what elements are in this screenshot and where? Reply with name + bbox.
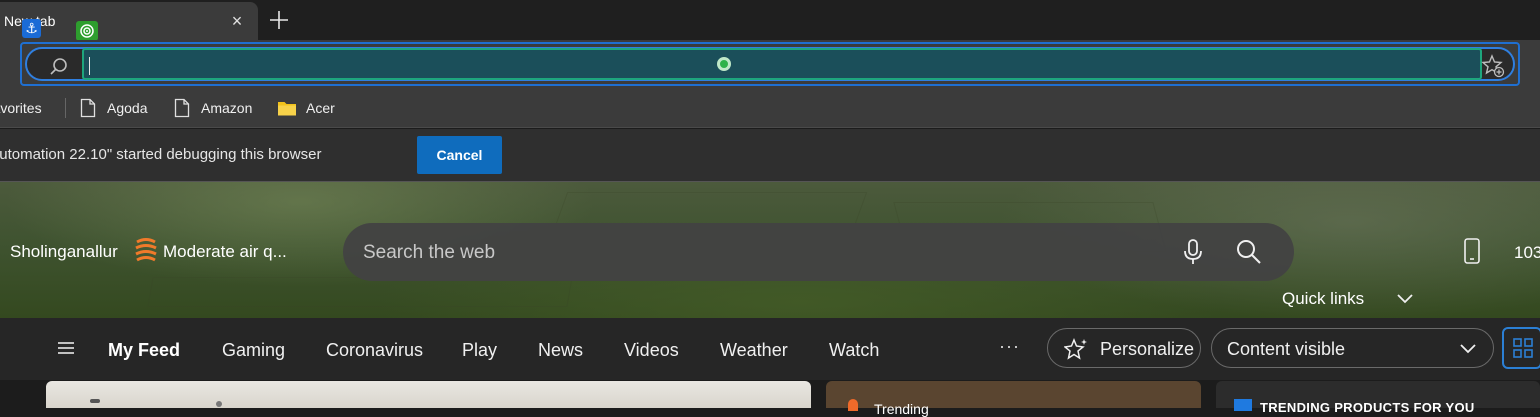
text-caret <box>89 57 90 75</box>
air-quality-icon <box>135 238 157 262</box>
address-bar[interactable] <box>25 47 1515 81</box>
browser-toolbar <box>0 40 1540 90</box>
search-icon[interactable] <box>1235 238 1263 266</box>
grid-icon <box>1513 338 1533 358</box>
cart-icon <box>1234 399 1252 411</box>
favorite-acer-folder[interactable]: Acer <box>277 97 347 119</box>
hamburger-menu-icon[interactable] <box>57 341 75 355</box>
debugging-infobar: "Web Automation 22.10" started debugging… <box>0 129 1540 182</box>
chevron-down-icon[interactable] <box>1396 292 1414 306</box>
cancel-button[interactable]: Cancel <box>417 136 502 174</box>
page-icon <box>80 98 96 118</box>
tab-videos[interactable]: Videos <box>624 340 679 361</box>
plus-icon <box>270 11 288 29</box>
content-visibility-dropdown[interactable]: Content visible <box>1211 328 1494 368</box>
feed-card-trending[interactable]: Trending <box>826 381 1201 417</box>
search-icon <box>50 58 67 75</box>
web-search-placeholder: Search the web <box>363 242 496 263</box>
tab-coronavirus[interactable]: Coronavirus <box>326 340 423 361</box>
phone-icon[interactable] <box>1463 238 1481 264</box>
anchor-icon: ⚓ <box>22 19 41 38</box>
microphone-icon[interactable] <box>1181 238 1205 266</box>
flame-icon <box>848 399 858 411</box>
favorite-label: Acer <box>306 100 335 116</box>
personalize-button[interactable]: Personalize <box>1047 328 1201 368</box>
favorite-label: Amazon <box>201 100 253 116</box>
new-tab-button[interactable] <box>266 7 292 33</box>
tab-my-feed[interactable]: My Feed <box>108 340 180 361</box>
favorites-bar: Favorites Agoda Amazon Acer <box>0 90 1540 128</box>
personalize-sparkle-icon <box>1064 338 1087 360</box>
content-visibility-label: Content visible <box>1227 339 1346 359</box>
add-favorite-icon[interactable] <box>1481 54 1505 78</box>
favorite-label: Agoda <box>107 100 148 116</box>
focus-dot-icon <box>717 57 731 71</box>
ceiling-light-icon <box>90 399 100 403</box>
feed-navigation: My Feed Gaming Coronavirus Play News Vid… <box>0 318 1540 380</box>
location-label[interactable]: Sholinganallur <box>10 242 118 262</box>
chevron-down-icon <box>1460 344 1476 354</box>
quick-links-toggle[interactable]: Quick links <box>1282 289 1364 309</box>
tab-gaming[interactable]: Gaming <box>222 340 285 361</box>
personalize-label: Personalize <box>1100 339 1195 359</box>
target-icon <box>76 21 98 41</box>
tab-news[interactable]: News <box>538 340 583 361</box>
folder-icon <box>278 102 296 116</box>
tab-watch[interactable]: Watch <box>829 340 879 361</box>
address-bar-focus-ring <box>20 42 1520 86</box>
hero-field-pattern <box>147 277 573 307</box>
favorite-amazon[interactable]: Amazon <box>174 97 264 119</box>
more-tabs-button[interactable]: ··· <box>999 336 1020 357</box>
page-icon <box>174 98 190 118</box>
tab-strip: New tab × ⚓ <box>0 0 1540 41</box>
tab-close-button[interactable]: × <box>226 10 248 32</box>
feed-cards: Trending TRENDING PRODUCTS FOR YOU <box>0 380 1540 417</box>
address-input[interactable] <box>82 48 1482 80</box>
air-quality-label[interactable]: Moderate air q... <box>163 242 287 262</box>
ceiling-light-icon <box>216 401 222 407</box>
temperature-label[interactable]: 103 <box>1514 243 1540 263</box>
tab-play[interactable]: Play <box>462 340 497 361</box>
infobar-message: "Web Automation 22.10" started debugging… <box>0 146 322 163</box>
feed-card-products[interactable]: TRENDING PRODUCTS FOR YOU <box>1216 381 1540 415</box>
feed-card-image[interactable] <box>46 381 811 408</box>
web-search-box[interactable]: Search the web <box>343 223 1294 281</box>
layout-grid-button[interactable] <box>1502 327 1540 369</box>
favorites-divider <box>65 98 66 118</box>
card-title: Trending <box>874 401 929 417</box>
hero-background: Sholinganallur Moderate air q... Search … <box>0 182 1540 318</box>
tab-weather[interactable]: Weather <box>720 340 788 361</box>
favorite-agoda[interactable]: Agoda <box>80 97 160 119</box>
favorites-menu[interactable]: Favorites <box>0 97 42 119</box>
